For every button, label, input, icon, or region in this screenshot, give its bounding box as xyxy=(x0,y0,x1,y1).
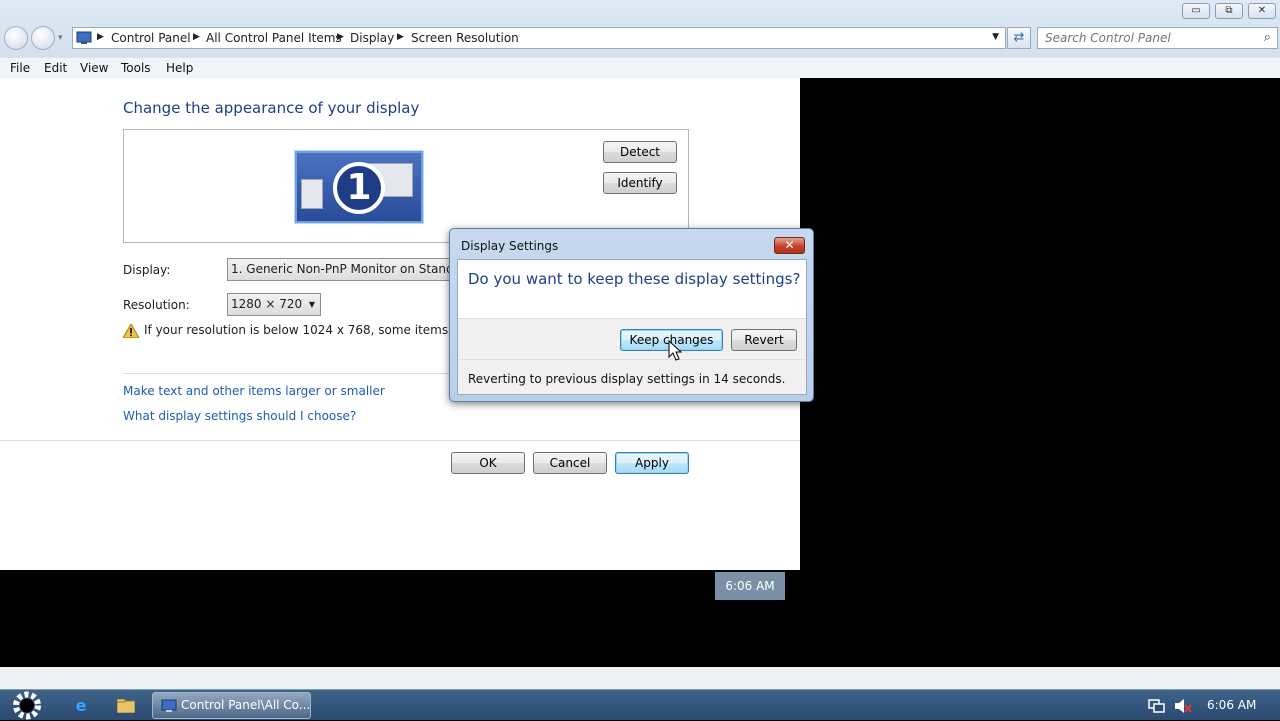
breadcrumb-arrow-icon: ▶ xyxy=(337,32,344,42)
maximize-button[interactable]: ⧉ xyxy=(1215,3,1243,19)
back-button[interactable] xyxy=(4,26,28,50)
breadcrumb-all-items[interactable]: All Control Panel Items xyxy=(206,31,342,45)
display-select[interactable]: 1. Generic Non-PnP Monitor on Standard xyxy=(227,258,467,281)
volume-muted-icon[interactable] xyxy=(1174,698,1192,714)
menu-help[interactable]: Help xyxy=(166,61,193,75)
control-panel-icon xyxy=(161,699,177,712)
mini-window-icon xyxy=(301,179,323,209)
resolution-label: Resolution: xyxy=(123,298,190,312)
divider xyxy=(0,440,800,441)
control-panel-icon xyxy=(76,31,92,44)
folder-icon[interactable] xyxy=(111,694,141,718)
detect-button[interactable]: Detect xyxy=(603,141,677,163)
divider xyxy=(458,359,806,360)
breadcrumb-display[interactable]: Display xyxy=(350,31,394,45)
window-chrome: ▭ ⧉ ✕ ▾ ▶ Control Panel ▶ All Control Pa… xyxy=(0,0,1280,78)
breadcrumb-arrow-icon: ▶ xyxy=(193,32,200,42)
page-title: Change the appearance of your display xyxy=(123,99,420,117)
display-settings-help-link[interactable]: What display settings should I choose? xyxy=(123,409,356,423)
menu-view[interactable]: View xyxy=(80,61,108,75)
dialog-question: Do you want to keep these display settin… xyxy=(468,270,801,288)
cancel-button[interactable]: Cancel xyxy=(533,452,607,474)
warning-text: If your resolution is below 1024 x 768, … xyxy=(144,323,502,337)
menu-bar: File Edit View Tools Help xyxy=(0,57,1280,78)
address-dropdown-icon[interactable]: ▼ xyxy=(992,32,999,42)
identify-button[interactable]: Identify xyxy=(603,172,677,194)
internet-explorer-icon[interactable]: e xyxy=(66,694,96,718)
dialog-button-area: Keep changes Revert Reverting to previou… xyxy=(458,318,806,394)
refresh-icon[interactable]: ⇄ xyxy=(1007,27,1031,49)
ok-button[interactable]: OK xyxy=(451,452,525,474)
breadcrumb-control-panel[interactable]: Control Panel xyxy=(111,31,191,45)
resolution-select[interactable]: 1280 × 720 ▼ xyxy=(227,293,321,316)
menu-file[interactable]: File xyxy=(10,61,30,75)
display-preview-area: 1 Detect Identify xyxy=(123,129,689,243)
breadcrumb-arrow-icon: ▶ xyxy=(97,32,104,42)
chevron-down-icon: ▼ xyxy=(308,300,315,309)
breadcrumb-screen-resolution[interactable]: Screen Resolution xyxy=(411,31,519,45)
taskbar-control-panel-label: Control Panel\All Co... xyxy=(181,698,311,712)
monitor-number: 1 xyxy=(333,162,385,214)
forward-button[interactable] xyxy=(31,26,55,50)
resolution-select-value: 1280 × 720 xyxy=(231,297,303,311)
close-window-button[interactable]: ✕ xyxy=(1248,3,1276,19)
display-settings-dialog: Display Settings ✕ Do you want to keep t… xyxy=(449,228,814,402)
recent-pages-icon[interactable]: ▾ xyxy=(58,33,63,43)
tray-clock[interactable]: 6:06 AM xyxy=(1207,698,1256,712)
search-box[interactable]: ⌕ xyxy=(1037,27,1278,49)
network-icon[interactable] xyxy=(1147,698,1165,714)
taskbar-top-strip xyxy=(0,667,1280,689)
close-icon[interactable]: ✕ xyxy=(774,237,805,254)
display-select-value: 1. Generic Non-PnP Monitor on Standard xyxy=(231,262,467,276)
menu-edit[interactable]: Edit xyxy=(44,61,67,75)
taskbar: e Control Panel\All Co... 6:06 AM xyxy=(0,689,1280,720)
text-size-link[interactable]: Make text and other items larger or smal… xyxy=(123,384,385,398)
monitor-1-icon[interactable]: 1 xyxy=(295,151,423,223)
mouse-cursor-icon xyxy=(668,340,683,361)
minimize-button[interactable]: ▭ xyxy=(1182,3,1210,19)
taskbar-control-panel-button[interactable]: Control Panel\All Co... xyxy=(152,692,311,719)
revert-button[interactable]: Revert xyxy=(731,329,797,351)
menu-tools[interactable]: Tools xyxy=(121,61,151,75)
dialog-body: Do you want to keep these display settin… xyxy=(457,259,807,395)
desktop-clock: 6:06 AM xyxy=(715,572,785,600)
apply-button[interactable]: Apply xyxy=(615,452,689,474)
revert-countdown-text: Reverting to previous display settings i… xyxy=(468,372,786,386)
search-icon[interactable]: ⌕ xyxy=(1264,30,1271,45)
warning-icon xyxy=(123,324,139,338)
display-label: Display: xyxy=(123,263,171,277)
search-input[interactable] xyxy=(1045,29,1255,47)
address-bar[interactable]: ▶ Control Panel ▶ All Control Panel Item… xyxy=(72,27,1006,49)
start-button-icon[interactable] xyxy=(8,690,46,721)
dialog-title: Display Settings xyxy=(461,239,559,253)
breadcrumb-arrow-icon: ▶ xyxy=(397,32,404,42)
